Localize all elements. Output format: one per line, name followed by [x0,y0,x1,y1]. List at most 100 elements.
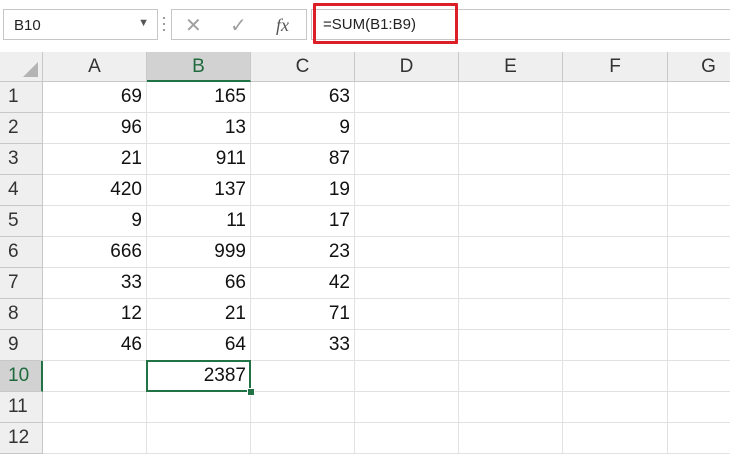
cell-d9[interactable] [355,330,459,361]
cell-d10[interactable] [355,361,459,392]
cell-c5[interactable]: 17 [251,206,355,237]
cell-e1[interactable] [459,82,563,113]
row-header-10[interactable]: 10 [0,361,43,392]
cell-d5[interactable] [355,206,459,237]
cell-f12[interactable] [563,423,668,454]
cell-f5[interactable] [563,206,668,237]
cell-d8[interactable] [355,299,459,330]
cell-f8[interactable] [563,299,668,330]
cell-g5[interactable] [668,206,730,237]
cell-g12[interactable] [668,423,730,454]
resize-handle-icon[interactable] [158,13,170,37]
cell-d3[interactable] [355,144,459,175]
chevron-down-icon[interactable]: ▼ [138,17,149,29]
column-header-a[interactable]: A [43,52,147,82]
cell-g3[interactable] [668,144,730,175]
cell-g10[interactable] [668,361,730,392]
column-header-e[interactable]: E [459,52,563,82]
row-header-12[interactable]: 12 [0,423,43,454]
cell-e11[interactable] [459,392,563,423]
cell-d12[interactable] [355,423,459,454]
cell-c7[interactable]: 42 [251,268,355,299]
cell-d11[interactable] [355,392,459,423]
cell-a7[interactable]: 33 [43,268,147,299]
cell-g4[interactable] [668,175,730,206]
column-header-g[interactable]: G [668,52,730,82]
select-all-button[interactable] [0,52,43,82]
enter-icon[interactable]: ✓ [230,13,247,38]
cell-a3[interactable]: 21 [43,144,147,175]
cell-c8[interactable]: 71 [251,299,355,330]
cell-b7[interactable]: 66 [147,268,251,299]
cell-a5[interactable]: 9 [43,206,147,237]
cell-b2[interactable]: 13 [147,113,251,144]
cell-g8[interactable] [668,299,730,330]
cell-f11[interactable] [563,392,668,423]
cell-g7[interactable] [668,268,730,299]
name-box[interactable]: B10 ▼ [3,9,158,40]
cell-b12[interactable] [147,423,251,454]
cell-b4[interactable]: 137 [147,175,251,206]
cell-a9[interactable]: 46 [43,330,147,361]
cell-e8[interactable] [459,299,563,330]
cell-e4[interactable] [459,175,563,206]
cell-c11[interactable] [251,392,355,423]
cell-a4[interactable]: 420 [43,175,147,206]
row-header-5[interactable]: 5 [0,206,43,237]
cell-f6[interactable] [563,237,668,268]
row-header-11[interactable]: 11 [0,392,43,423]
row-header-7[interactable]: 7 [0,268,43,299]
cell-c3[interactable]: 87 [251,144,355,175]
column-header-f[interactable]: F [563,52,668,82]
cancel-icon[interactable]: ✕ [185,13,202,38]
cell-a2[interactable]: 96 [43,113,147,144]
cell-e12[interactable] [459,423,563,454]
cell-f9[interactable] [563,330,668,361]
cell-b1[interactable]: 165 [147,82,251,113]
row-header-4[interactable]: 4 [0,175,43,206]
cell-c12[interactable] [251,423,355,454]
cell-d2[interactable] [355,113,459,144]
row-header-8[interactable]: 8 [0,299,43,330]
cell-e5[interactable] [459,206,563,237]
cell-g2[interactable] [668,113,730,144]
cell-a8[interactable]: 12 [43,299,147,330]
row-header-9[interactable]: 9 [0,330,43,361]
cell-b6[interactable]: 999 [147,237,251,268]
cell-b3[interactable]: 911 [147,144,251,175]
cell-b11[interactable] [147,392,251,423]
cell-a10[interactable] [43,361,147,392]
row-header-1[interactable]: 1 [0,82,43,113]
cell-a1[interactable]: 69 [43,82,147,113]
cell-f3[interactable] [563,144,668,175]
cell-f7[interactable] [563,268,668,299]
cell-c6[interactable]: 23 [251,237,355,268]
cell-a6[interactable]: 666 [43,237,147,268]
cell-f1[interactable] [563,82,668,113]
row-header-2[interactable]: 2 [0,113,43,144]
cell-a12[interactable] [43,423,147,454]
row-header-6[interactable]: 6 [0,237,43,268]
cell-g1[interactable] [668,82,730,113]
cell-d4[interactable] [355,175,459,206]
cell-e9[interactable] [459,330,563,361]
row-header-3[interactable]: 3 [0,144,43,175]
cell-g9[interactable] [668,330,730,361]
cell-f2[interactable] [563,113,668,144]
cell-c4[interactable]: 19 [251,175,355,206]
cell-e10[interactable] [459,361,563,392]
cell-e3[interactable] [459,144,563,175]
cell-g11[interactable] [668,392,730,423]
cell-e7[interactable] [459,268,563,299]
column-header-d[interactable]: D [355,52,459,82]
cell-c1[interactable]: 63 [251,82,355,113]
column-header-b[interactable]: B [147,52,251,82]
cell-d1[interactable] [355,82,459,113]
cell-c9[interactable]: 33 [251,330,355,361]
cell-d6[interactable] [355,237,459,268]
cell-e2[interactable] [459,113,563,144]
insert-function-icon[interactable]: fx [276,15,289,36]
cell-f10[interactable] [563,361,668,392]
cell-b9[interactable]: 64 [147,330,251,361]
cell-b8[interactable]: 21 [147,299,251,330]
